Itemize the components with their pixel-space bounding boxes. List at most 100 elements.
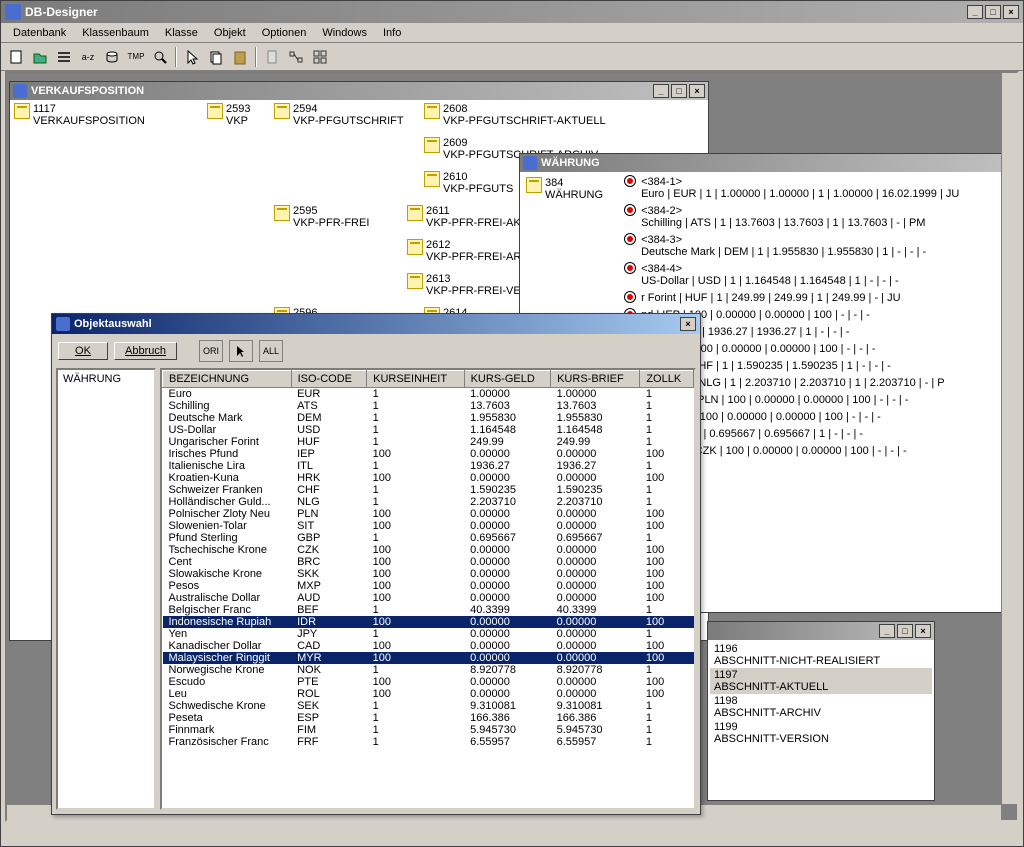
table-row[interactable]: Pfund SterlingGBP10.6956670.6956671 [163,532,694,544]
tree-node[interactable]: 2595VKP-PFR-FREI [272,204,371,230]
menu-klassenbaum[interactable]: Klassenbaum [74,25,157,41]
table-row[interactable]: Slowakische KroneSKK1000.000000.00000100 [163,568,694,580]
minimize-button[interactable]: _ [967,5,983,19]
workspace-vscroll[interactable] [1001,73,1017,804]
table-row[interactable]: Slowenien-TolarSIT1000.000000.00000100 [163,520,694,532]
close-button[interactable]: × [680,317,696,331]
table-row[interactable]: Kroatien-KunaHRK1000.000000.00000100 [163,472,694,484]
table-row[interactable]: Malaysischer RinggitMYR1000.000000.00000… [163,652,694,664]
menu-datenbank[interactable]: Datenbank [5,25,74,41]
minimize-button[interactable]: _ [879,624,895,638]
close-button[interactable]: × [689,84,705,98]
table-row[interactable]: Tschechische KroneCZK1000.000000.0000010… [163,544,694,556]
category-panel[interactable]: WÄHRUNG [56,368,156,810]
tool-relation-icon[interactable] [285,46,307,68]
list-item[interactable]: 1199ABSCHNITT-VERSION [710,720,932,746]
column-header[interactable]: ZOLLK [640,371,694,388]
tool-grid-icon[interactable] [309,46,331,68]
minimize-button[interactable]: _ [653,84,669,98]
tool-open-icon[interactable] [29,46,51,68]
table-row[interactable]: Schweizer FrankenCHF11.5902351.5902351 [163,484,694,496]
column-header[interactable]: KURS-BRIEF [551,371,640,388]
list-item[interactable]: 1198ABSCHNITT-ARCHIV [710,694,932,720]
waehrung-item[interactable]: <384-2>Schilling | ATS | 1 | 13.7603 | 1… [625,205,959,229]
maximize-button[interactable]: □ [671,84,687,98]
abschnitt-list[interactable]: 1196ABSCHNITT-NICHT-REALISIERT1197ABSCHN… [708,640,934,800]
table-row[interactable]: Australische DollarAUD1000.000000.000001… [163,592,694,604]
waehrung-titlebar[interactable]: WÄHRUNG [520,154,1008,172]
table-row[interactable]: Holländischer Guld...NLG12.2037102.20371… [163,496,694,508]
close-button[interactable]: × [915,624,931,638]
maximize-button[interactable]: □ [897,624,913,638]
tree-node[interactable]: 2610VKP-PFGUTS [422,170,515,196]
table-row[interactable]: Deutsche MarkDEM11.9558301.9558301 [163,412,694,424]
menu-optionen[interactable]: Optionen [254,25,315,41]
table-row[interactable]: Irisches PfundIEP1000.000000.00000100 [163,448,694,460]
tool-paste-icon[interactable] [229,46,251,68]
table-row[interactable]: US-DollarUSD11.1645481.1645481 [163,424,694,436]
tool-new-icon[interactable] [5,46,27,68]
table-row[interactable]: Schwedische KroneSEK19.3100819.3100811 [163,700,694,712]
main-titlebar[interactable]: DB-Designer _ □ × [1,1,1023,23]
table-row[interactable]: Italienische LiraITL11936.271936.271 [163,460,694,472]
verkaufsposition-titlebar[interactable]: VERKAUFSPOSITION _ □ × [10,82,708,100]
waehrung-item[interactable]: <384-4>US-Dollar | USD | 1 | 1.164548 | … [625,263,959,287]
waehrung-item[interactable]: <384-1>Euro | EUR | 1 | 1.00000 | 1.0000… [625,176,959,200]
tool-doc-icon[interactable] [261,46,283,68]
tool-db-icon[interactable] [101,46,123,68]
table-row[interactable]: EuroEUR11.000001.000001 [163,388,694,401]
waehrung-item[interactable]: <384-3>Deutsche Mark | DEM | 1 | 1.95583… [625,234,959,258]
column-header[interactable]: ISO-CODE [291,371,367,388]
column-header[interactable]: BEZEICHNUNG [163,371,292,388]
tool-copy-icon[interactable] [205,46,227,68]
table-row[interactable]: Ungarischer ForintHUF1249.99249.991 [163,436,694,448]
menu-objekt[interactable]: Objekt [206,25,254,41]
table-row[interactable]: CentBRC1000.000000.00000100 [163,556,694,568]
dialog-titlebar[interactable]: Objektauswahl × [52,314,700,334]
table-row[interactable]: PesosMXP1000.000000.00000100 [163,580,694,592]
maximize-button[interactable]: □ [985,5,1001,19]
tree-node[interactable]: 1117VERKAUFSPOSITION [12,102,147,128]
tree-node[interactable]: 2613VKP-PFR-FREI-VER [405,272,531,298]
table-row[interactable]: SchillingATS113.760313.76031 [163,400,694,412]
table-row[interactable]: Belgischer FrancBEF140.339940.33991 [163,604,694,616]
tree-node[interactable]: 2611VKP-PFR-FREI-AKT [405,204,529,230]
tool-list-icon[interactable] [53,46,75,68]
table-row[interactable]: Norwegische KroneNOK18.9207788.9207781 [163,664,694,676]
menu-windows[interactable]: Windows [314,25,375,41]
table-row[interactable]: Indonesische RupiahIDR1000.000000.000001… [163,616,694,628]
currency-table[interactable]: BEZEICHNUNGISO-CODEKURSEINHEITKURS-GELDK… [160,368,696,810]
menu-klasse[interactable]: Klasse [157,25,206,41]
list-item[interactable]: 1197ABSCHNITT-AKTUELL [710,668,932,694]
tree-node[interactable]: 2608VKP-PFGUTSCHRIFT-AKTUELL [422,102,608,128]
table-row[interactable]: Polnischer Zloty NeuPLN1000.000000.00000… [163,508,694,520]
all-button[interactable]: ALL [259,340,283,362]
tool-search-icon[interactable] [149,46,171,68]
table-row[interactable]: EscudoPTE1000.000000.00000100 [163,676,694,688]
column-header[interactable]: KURSEINHEIT [367,371,464,388]
column-header[interactable]: KURS-GELD [464,371,551,388]
list-item[interactable]: 1196ABSCHNITT-NICHT-REALISIERT [710,642,932,668]
ok-button[interactable]: OK [58,342,108,360]
tool-sort-icon[interactable]: a-z [77,46,99,68]
waehrung-item[interactable]: r Forint | HUF | 1 | 249.99 | 249.99 | 1… [625,292,959,304]
table-row[interactable]: FinnmarkFIM15.9457305.9457301 [163,724,694,736]
select-button[interactable] [229,340,253,362]
table-row[interactable]: LeuROL1000.000000.00000100 [163,688,694,700]
category-label[interactable]: WÄHRUNG [60,372,152,386]
cancel-button[interactable]: Abbruch [114,342,177,360]
abschnitt-window[interactable]: _ □ × 1196ABSCHNITT-NICHT-REALISIERT1197… [707,621,935,801]
tree-node[interactable]: 2593VKP [205,102,252,128]
tree-node[interactable]: 2612VKP-PFR-FREI-ARC [405,238,531,264]
ori-button[interactable]: ORI [199,340,223,362]
menu-info[interactable]: Info [375,25,409,41]
tool-cursor-icon[interactable] [181,46,203,68]
close-button[interactable]: × [1003,5,1019,19]
tool-tmp-icon[interactable]: TMP [125,46,147,68]
table-row[interactable]: Kanadischer DollarCAD1000.000000.0000010… [163,640,694,652]
objektauswahl-dialog[interactable]: Objektauswahl × OK Abbruch ORI ALL WÄHRU… [51,313,701,815]
table-row[interactable]: PesetaESP1166.386166.3861 [163,712,694,724]
table-row[interactable]: YenJPY10.000000.000001 [163,628,694,640]
abschnitt-titlebar[interactable]: _ □ × [708,622,934,640]
table-row[interactable]: Französischer FrancFRF16.559576.559571 [163,736,694,748]
